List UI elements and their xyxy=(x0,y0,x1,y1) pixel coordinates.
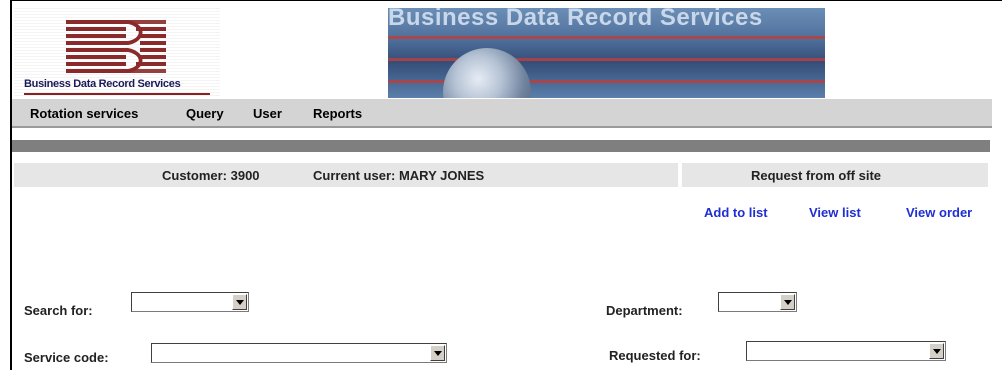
logo-text: Business Data Record Services xyxy=(24,78,181,90)
chevron-down-icon[interactable] xyxy=(780,294,795,310)
company-logo: Business Data Record Services xyxy=(14,8,220,96)
logo-underline xyxy=(24,93,210,95)
globe-banner-image-icon xyxy=(443,48,531,98)
current-user: Current user: MARY JONES xyxy=(313,168,485,183)
department-label: Department: xyxy=(606,303,683,318)
page-title-bar: Request from off site xyxy=(682,163,988,187)
search-for-select[interactable] xyxy=(131,292,249,312)
menu-item-query[interactable]: Query xyxy=(186,106,224,121)
customer-number: Customer: 3900 xyxy=(162,168,260,183)
menu-item-rotation-services[interactable]: Rotation services xyxy=(30,106,138,121)
service-code-label: Service code: xyxy=(24,350,109,365)
header-banner: Business Data Record Services xyxy=(388,8,825,98)
view-list-link[interactable]: View list xyxy=(809,205,861,220)
add-to-list-link[interactable]: Add to list xyxy=(704,205,768,220)
search-for-label: Search for: xyxy=(24,303,93,318)
requested-for-select[interactable] xyxy=(746,341,946,361)
banner-title: Business Data Record Services xyxy=(388,8,763,31)
chevron-down-icon[interactable] xyxy=(929,343,944,359)
page-title: Request from off site xyxy=(751,168,882,183)
divider-band xyxy=(12,140,990,152)
main-menu-bar: Rotation services Query User Reports xyxy=(12,98,992,128)
chevron-down-icon[interactable] xyxy=(232,294,247,310)
service-code-select[interactable] xyxy=(151,343,447,363)
department-select[interactable] xyxy=(718,292,797,312)
requested-for-label: Requested for: xyxy=(609,348,701,363)
banner-stripe xyxy=(388,36,825,39)
chevron-down-icon[interactable] xyxy=(430,345,445,361)
menu-item-reports[interactable]: Reports xyxy=(313,106,362,121)
banner-stripe xyxy=(388,58,825,61)
session-info-bar: Customer: 3900 Current user: MARY JONES xyxy=(14,163,678,187)
view-order-link[interactable]: View order xyxy=(906,205,972,220)
bdr-logo-mark-icon xyxy=(66,20,166,73)
menu-item-user[interactable]: User xyxy=(253,106,282,121)
